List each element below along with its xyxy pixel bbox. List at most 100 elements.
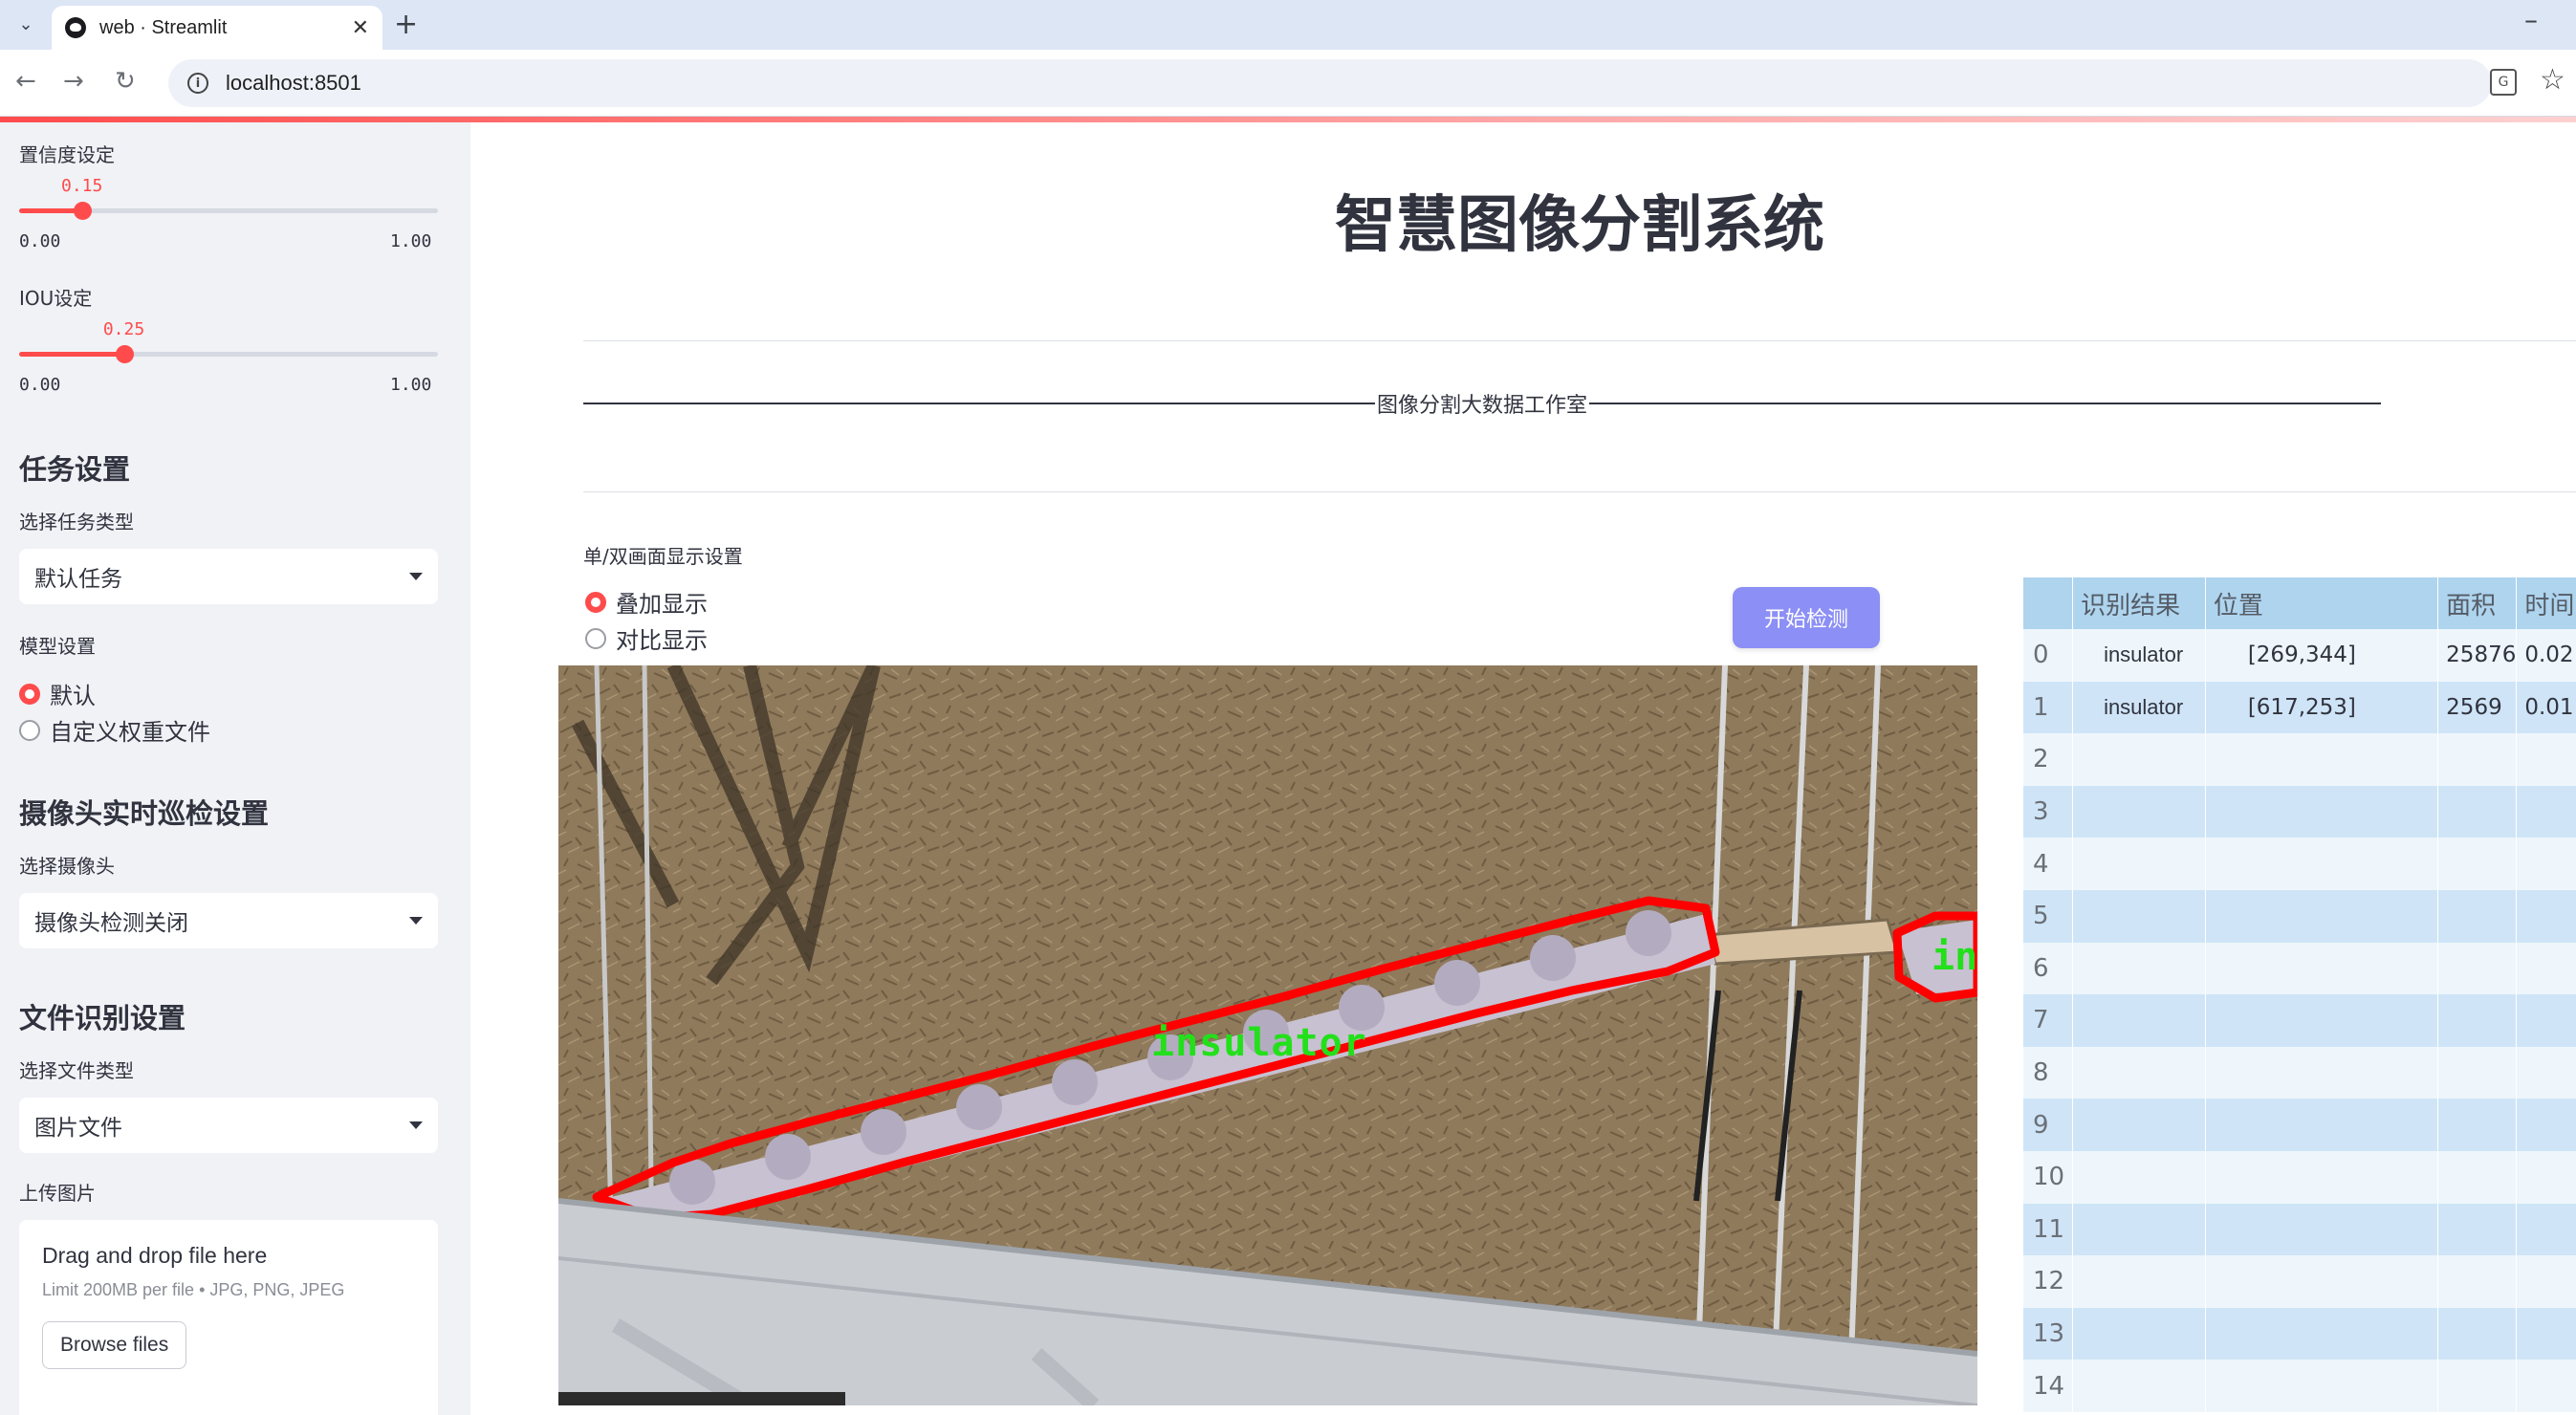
table-cell bbox=[2205, 1099, 2439, 1151]
row-index: 7 bbox=[2023, 994, 2074, 1047]
column-header[interactable]: 位置 bbox=[2205, 577, 2439, 629]
display-option-overlay[interactable]: 叠加显示 bbox=[585, 585, 708, 619]
table-row[interactable]: 1 insulator [617,253] 2569 0.01 bbox=[2023, 681, 2576, 734]
file-type-value: 图片文件 bbox=[34, 1116, 122, 1141]
table-row[interactable]: 8 bbox=[2023, 1046, 2576, 1099]
row-index: 9 bbox=[2023, 1099, 2074, 1151]
table-row[interactable]: 12 bbox=[2023, 1255, 2576, 1308]
table-cell: insulator bbox=[2072, 681, 2206, 734]
table-cell bbox=[2516, 942, 2576, 995]
table-row[interactable]: 4 bbox=[2023, 838, 2576, 890]
file-type-select[interactable]: 图片文件 bbox=[19, 1098, 438, 1153]
table-cell bbox=[2205, 1046, 2439, 1099]
bookmark-star-icon[interactable]: ☆ bbox=[2540, 63, 2565, 97]
camera-select-value: 摄像头检测关闭 bbox=[34, 911, 188, 936]
results-table[interactable]: 识别结果 位置 面积 时间 0 insulator [269,344] 25876 0.02 1… bbox=[2023, 577, 2576, 1412]
iou-slider-fill bbox=[19, 352, 124, 357]
translate-icon[interactable]: G bbox=[2490, 69, 2517, 96]
table-cell bbox=[2205, 1360, 2439, 1412]
minimize-icon[interactable]: – bbox=[2524, 4, 2538, 35]
table-cell: [617,253] bbox=[2205, 681, 2439, 734]
table-cell bbox=[2205, 1203, 2439, 1256]
task-type-select[interactable]: 默认任务 bbox=[19, 549, 438, 604]
camera-select[interactable]: 摄像头检测关闭 bbox=[19, 893, 438, 948]
url-field[interactable]: i localhost:8501 bbox=[168, 59, 2492, 107]
model-option-label: 默认 bbox=[50, 683, 96, 709]
row-index: 10 bbox=[2023, 1150, 2074, 1204]
table-cell bbox=[2205, 942, 2439, 995]
table-row[interactable]: 11 bbox=[2023, 1203, 2576, 1256]
iou-slider[interactable] bbox=[19, 345, 438, 363]
table-cell bbox=[2437, 942, 2518, 995]
table-cell bbox=[2437, 1150, 2518, 1204]
table-cell bbox=[2072, 1307, 2206, 1361]
confidence-slider-thumb[interactable] bbox=[73, 202, 92, 220]
table-cell bbox=[2516, 1307, 2576, 1361]
table-cell bbox=[2437, 1360, 2518, 1412]
table-cell bbox=[2437, 1255, 2518, 1308]
browse-files-button[interactable]: Browse files bbox=[42, 1321, 187, 1369]
row-index: 1 bbox=[2023, 681, 2074, 734]
upload-label: 上传图片 bbox=[19, 1182, 96, 1205]
file-settings-header: 文件识别设置 bbox=[19, 1002, 186, 1034]
url-text: localhost:8501 bbox=[226, 71, 361, 95]
browser-tab-bar: ⌄ web · Streamlit ✕ + – bbox=[0, 0, 2576, 50]
studio-name: 图像分割大数据工作室 bbox=[1377, 394, 1588, 418]
chevron-down-icon bbox=[409, 1121, 423, 1129]
divider bbox=[583, 491, 2576, 492]
table-cell bbox=[2072, 1203, 2206, 1256]
column-header[interactable] bbox=[2023, 577, 2074, 629]
radio-checked-icon bbox=[585, 591, 606, 613]
back-arrow-icon[interactable]: ← bbox=[15, 67, 36, 96]
table-row[interactable]: 7 bbox=[2023, 994, 2576, 1047]
table-row[interactable]: 10 bbox=[2023, 1150, 2576, 1204]
table-cell bbox=[2072, 994, 2206, 1047]
table-row[interactable]: 14 bbox=[2023, 1360, 2576, 1412]
column-header[interactable]: 时间 bbox=[2516, 577, 2576, 629]
table-row[interactable]: 13 bbox=[2023, 1307, 2576, 1361]
iou-slider-thumb[interactable] bbox=[115, 345, 134, 363]
radio-unchecked-icon bbox=[19, 719, 40, 741]
model-option-custom[interactable]: 自定义权重文件 bbox=[19, 713, 210, 747]
new-tab-plus-icon[interactable]: + bbox=[394, 8, 418, 41]
confidence-min: 0.00 bbox=[19, 231, 61, 251]
display-option-compare[interactable]: 对比显示 bbox=[585, 621, 708, 655]
table-cell bbox=[2205, 1255, 2439, 1308]
table-cell bbox=[2437, 733, 2518, 786]
row-index: 12 bbox=[2023, 1255, 2074, 1308]
page-title: 智慧图像分割系统 bbox=[1335, 190, 1824, 261]
browser-tab[interactable]: web · Streamlit ✕ bbox=[52, 6, 382, 50]
tab-search-chevron-icon[interactable]: ⌄ bbox=[10, 8, 42, 40]
table-cell: 2569 bbox=[2437, 681, 2518, 734]
table-cell bbox=[2205, 889, 2439, 943]
iou-value: 0.25 bbox=[102, 319, 145, 339]
close-icon[interactable]: ✕ bbox=[352, 16, 369, 40]
table-cell: insulator bbox=[2072, 629, 2206, 682]
table-row[interactable]: 0 insulator [269,344] 25876 0.02 bbox=[2023, 629, 2576, 682]
file-dropzone[interactable]: Drag and drop file here Limit 200MB per … bbox=[19, 1220, 438, 1415]
model-option-default[interactable]: 默认 bbox=[19, 677, 96, 710]
table-cell bbox=[2205, 994, 2439, 1047]
row-index: 6 bbox=[2023, 942, 2074, 995]
table-row[interactable]: 6 bbox=[2023, 942, 2576, 995]
site-info-icon[interactable]: i bbox=[187, 73, 208, 94]
table-row[interactable]: 5 bbox=[2023, 889, 2576, 943]
column-header[interactable]: 面积 bbox=[2437, 577, 2518, 629]
confidence-slider[interactable] bbox=[19, 202, 438, 220]
table-cell: [269,344] bbox=[2205, 629, 2439, 682]
segmentation-result-image: insulator in bbox=[558, 665, 1977, 1405]
table-cell bbox=[2516, 1150, 2576, 1204]
start-detection-button[interactable]: 开始检测 bbox=[1733, 587, 1880, 648]
forward-arrow-icon[interactable]: → bbox=[63, 67, 84, 96]
table-body: 0 insulator [269,344] 25876 0.02 1 insulator [6… bbox=[2023, 629, 2576, 1412]
camera-settings-header: 摄像头实时巡检设置 bbox=[19, 797, 270, 830]
reload-icon[interactable]: ↻ bbox=[115, 67, 136, 96]
table-row[interactable]: 2 bbox=[2023, 733, 2576, 786]
main-content: 智慧图像分割系统 图像分割大数据工作室 单/双画面显示设置 叠加显示 对比显示 … bbox=[470, 122, 2576, 1415]
table-cell bbox=[2516, 785, 2576, 838]
studio-banner: 图像分割大数据工作室 bbox=[583, 388, 2381, 419]
column-header[interactable]: 识别结果 bbox=[2072, 577, 2206, 629]
table-cell bbox=[2205, 733, 2439, 786]
table-row[interactable]: 9 bbox=[2023, 1099, 2576, 1151]
table-row[interactable]: 3 bbox=[2023, 785, 2576, 838]
